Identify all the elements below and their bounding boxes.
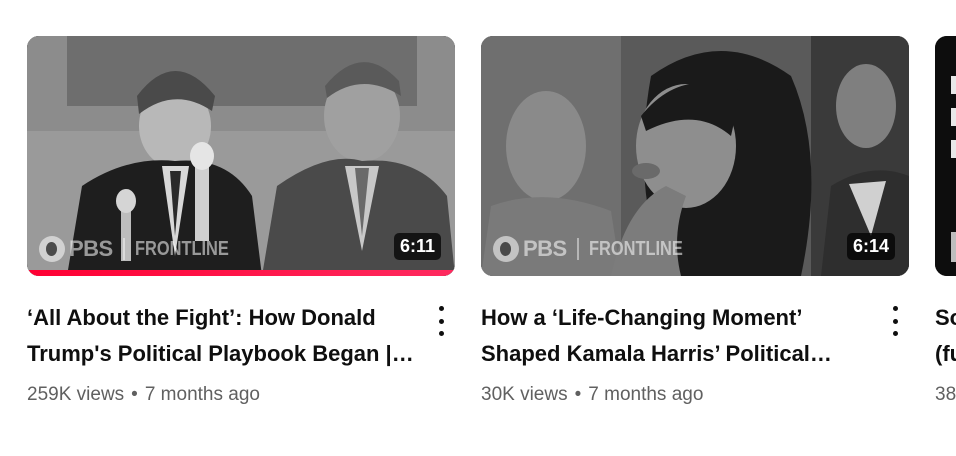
video-thumbnail[interactable] [935, 36, 956, 276]
upload-age: 7 months ago [588, 384, 704, 405]
video-card[interactable]: PBS FRONTLINE 6:14 How a ‘Life-Changing … [481, 36, 909, 408]
video-details: So (fu 38 [935, 300, 956, 408]
video-details: ‘All About the Fight’: How Donald Trump'… [27, 300, 455, 408]
duration-badge: 6:11 [393, 233, 441, 260]
duration-badge: 6:14 [846, 233, 895, 260]
video-title[interactable]: So (fu [935, 300, 956, 372]
pbs-logo-icon [39, 236, 65, 262]
pbs-logo-icon [493, 236, 519, 262]
view-count: 38 [935, 384, 956, 405]
video-metadata: 30K views • 7 months ago [481, 382, 869, 408]
watch-progress-bar [27, 270, 455, 276]
video-thumbnail[interactable]: PBS FRONTLINE 6:11 [27, 36, 455, 276]
video-title[interactable]: How a ‘Life-Changing Moment’ Shaped Kama… [481, 300, 869, 372]
upload-age: 7 months ago [144, 384, 260, 405]
video-metadata: 259K views • 7 months ago [27, 382, 415, 408]
title-line: (fu [935, 341, 956, 366]
watermark-network: PBS [69, 236, 113, 261]
watermark-network: PBS [523, 236, 567, 261]
more-vert-icon[interactable] [431, 306, 451, 336]
view-count: 259K views [27, 384, 125, 405]
pbs-frontline-watermark: PBS FRONTLINE [493, 236, 703, 262]
watermark-divider [122, 238, 125, 260]
video-thumbnail[interactable]: PBS FRONTLINE 6:14 [481, 36, 909, 276]
thumbnail-image [935, 36, 956, 276]
title-line: So [935, 305, 956, 330]
pbs-frontline-watermark: PBS FRONTLINE [39, 236, 249, 262]
more-vert-icon[interactable] [885, 306, 905, 336]
meta-separator: • [131, 384, 138, 405]
watermark-show: FRONTLINE [134, 237, 229, 260]
video-card[interactable]: So (fu 38 [935, 36, 956, 408]
video-card[interactable]: PBS FRONTLINE 6:11 ‘All About the Fight’… [27, 36, 455, 408]
video-details: How a ‘Life-Changing Moment’ Shaped Kama… [481, 300, 909, 408]
watermark-show: FRONTLINE [588, 237, 683, 260]
video-title[interactable]: ‘All About the Fight’: How Donald Trump'… [27, 300, 415, 372]
meta-separator: • [574, 384, 582, 405]
watermark-divider [576, 238, 579, 260]
view-count: 30K views [481, 384, 568, 405]
